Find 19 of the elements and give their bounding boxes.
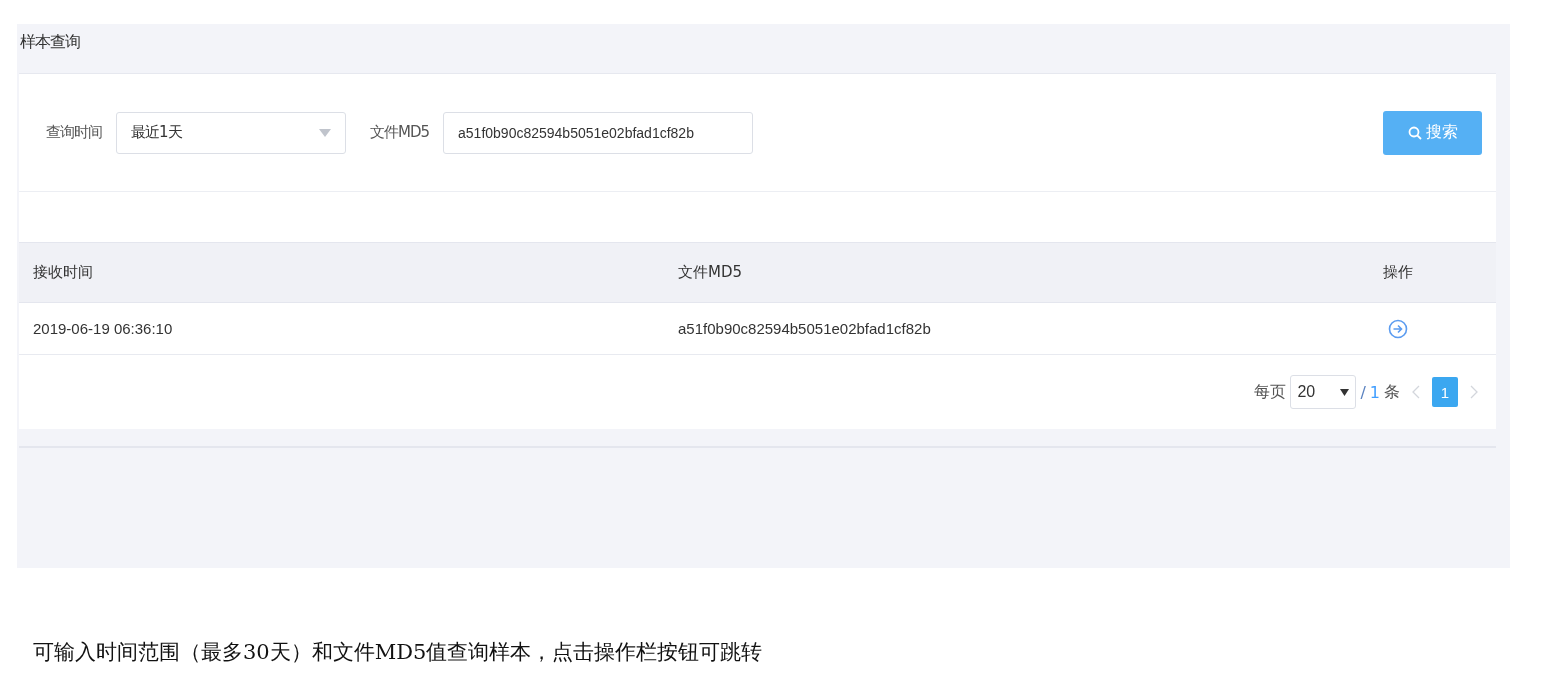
caret-icon xyxy=(1340,388,1350,396)
field-label: 查询时间 xyxy=(46,123,102,142)
column-header: 操作 xyxy=(1382,263,1414,282)
md5-input-field[interactable]: a51f0b90c82594b5051e02bfad1cf82b xyxy=(443,111,754,154)
column-header: 接收时间 xyxy=(33,263,94,282)
caption-text: 可输入时间范围（最多30天）和文件MD5值查询样本，点击操作栏按钮可跳转 xyxy=(33,639,764,666)
per-page-label: 每页 xyxy=(1254,381,1287,403)
column-header: 文件MD5 xyxy=(678,263,744,282)
search-icon xyxy=(1407,125,1422,140)
panel-title: 样本查询 xyxy=(19,31,81,53)
total-separator: / xyxy=(1360,382,1366,402)
total-count: 1 xyxy=(1369,382,1380,402)
table-cell-text: 2019-06-19 06:36:10 xyxy=(33,320,174,337)
table-cell-text: a51f0b90c82594b5051e02bfad1cf82b xyxy=(678,320,932,337)
total-unit: 条 xyxy=(1384,381,1400,403)
caret-icon xyxy=(319,128,331,137)
page-size-dropdown[interactable]: 20 xyxy=(1290,375,1357,409)
field-label: 文件MD5 xyxy=(370,123,430,142)
time-range-dropdown[interactable]: 最近1天 xyxy=(116,111,346,154)
